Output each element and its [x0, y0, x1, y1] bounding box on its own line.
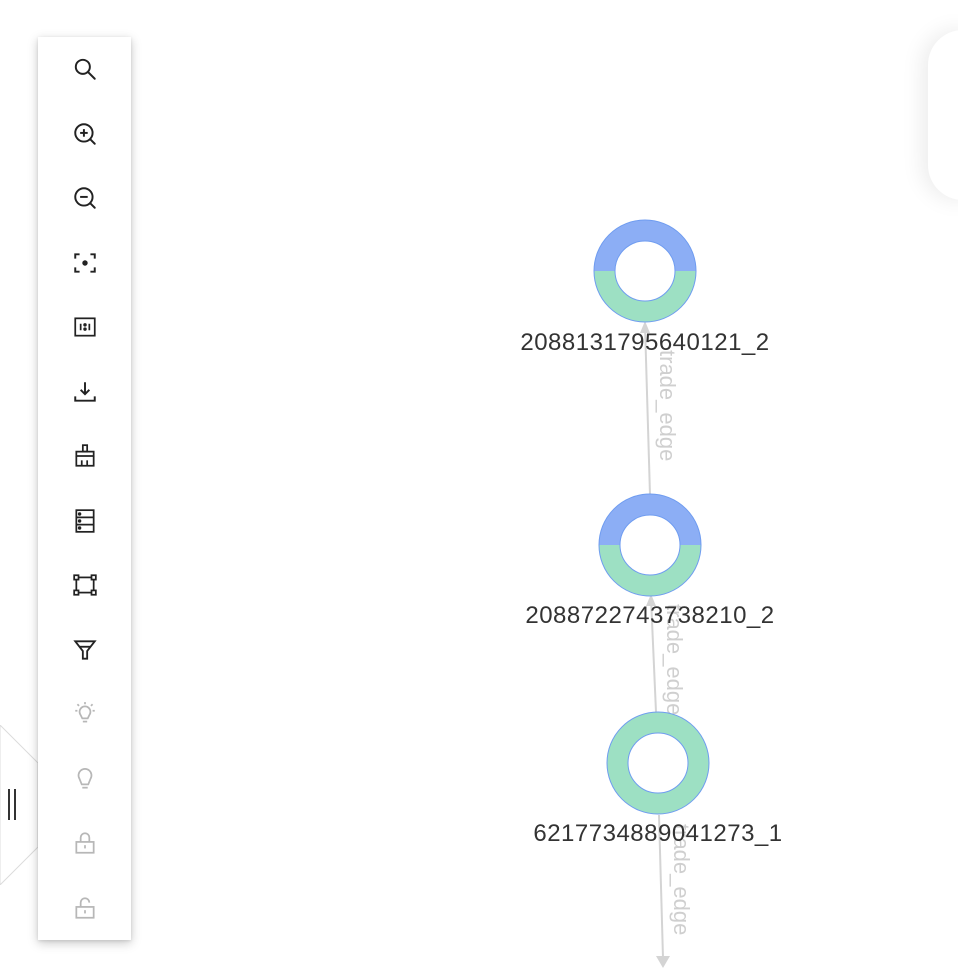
edge-arrow: [656, 956, 670, 968]
lock-icon: [74, 832, 95, 854]
highlight-off-button[interactable]: [38, 747, 131, 812]
bulb-on-icon: [74, 702, 95, 723]
unlock-icon: [74, 897, 95, 919]
graph-toolbar: [38, 37, 131, 940]
clear-button[interactable]: [38, 424, 131, 489]
focus-icon: [73, 253, 96, 273]
broom-icon: [74, 444, 95, 467]
zoom-out-icon: [73, 187, 96, 209]
edge-label: trade_edge: [655, 350, 680, 461]
graph-canvas[interactable]: trade_edge trade_edge trade_edge 2088131…: [0, 0, 958, 968]
select-box-icon: [72, 574, 97, 596]
node-label: 2088131795640121_2: [520, 329, 769, 356]
highlight-on-button[interactable]: [38, 682, 131, 747]
graph-node[interactable]: [593, 219, 697, 323]
list-button[interactable]: [38, 489, 131, 554]
zoom-in-icon: [73, 123, 96, 145]
bulb-off-icon: [77, 767, 92, 789]
list-icon: [74, 509, 95, 533]
select-box-button[interactable]: [38, 553, 131, 618]
graph-view[interactable]: trade_edge trade_edge trade_edge 2088131…: [0, 0, 958, 968]
actual-size-icon: [73, 317, 96, 337]
graph-node[interactable]: [606, 711, 710, 815]
zoom-out-button[interactable]: [38, 166, 131, 231]
lock-button[interactable]: [38, 811, 131, 876]
filter-icon: [72, 640, 97, 660]
zoom-in-button[interactable]: [38, 102, 131, 167]
search-button[interactable]: [38, 37, 131, 102]
download-icon: [73, 382, 96, 402]
unlock-button[interactable]: [38, 876, 131, 941]
graph-node[interactable]: [598, 493, 702, 597]
node-label: 2088722743738210_2: [525, 602, 774, 629]
filter-button[interactable]: [38, 618, 131, 683]
node-label: 6217734889041273_1: [533, 820, 782, 847]
focus-button[interactable]: [38, 231, 131, 296]
actual-size-button[interactable]: [38, 295, 131, 360]
download-button[interactable]: [38, 360, 131, 425]
search-icon: [74, 59, 96, 80]
